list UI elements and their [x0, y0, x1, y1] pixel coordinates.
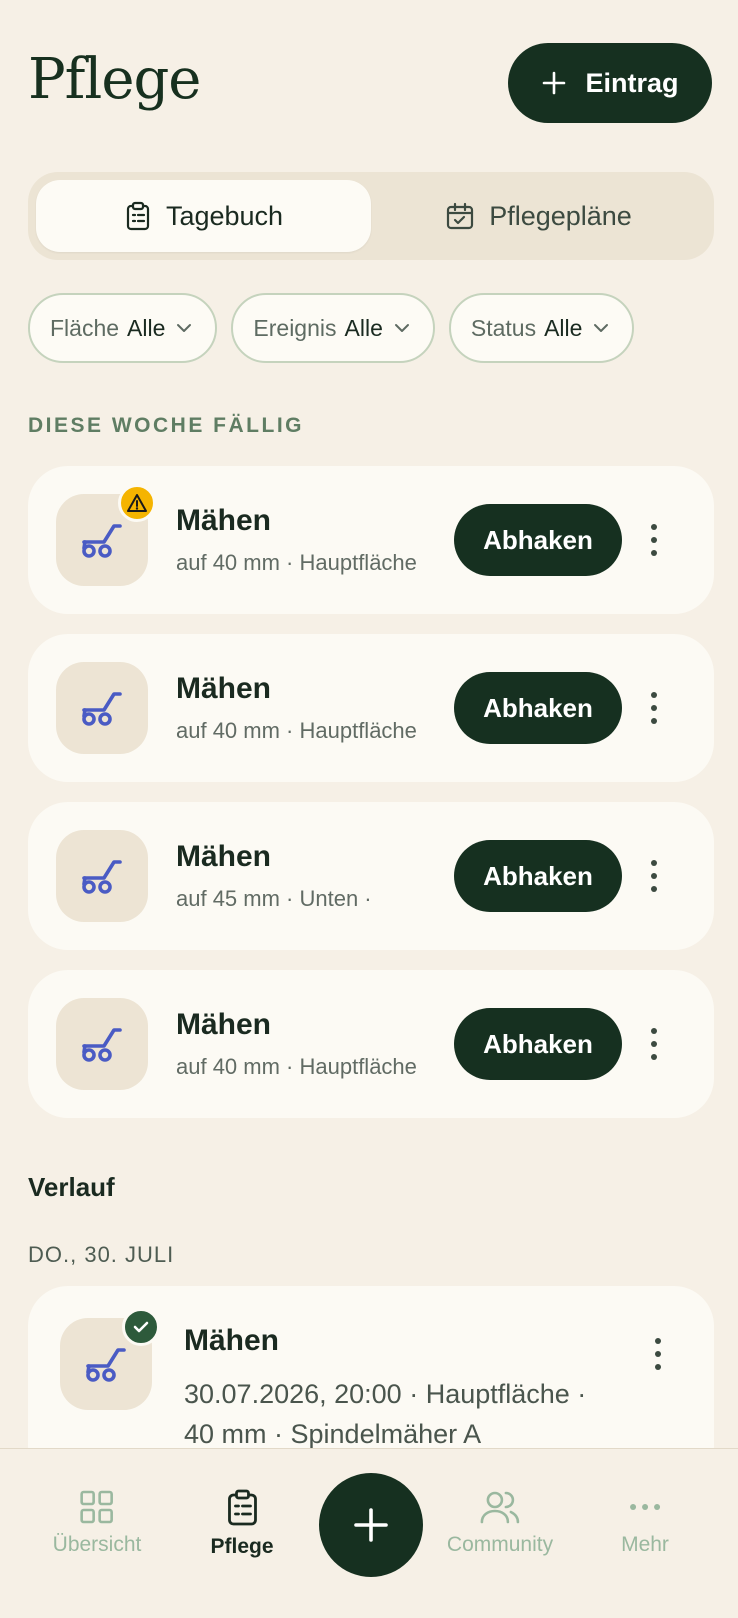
more-vertical-icon[interactable] [646, 1022, 662, 1066]
warning-icon [127, 494, 147, 512]
history-title: Verlauf [28, 1172, 115, 1202]
tab-pflegeplaene[interactable]: Pflegepläne [371, 180, 706, 252]
task-subtitle: auf 45 mm · Unten · [176, 886, 372, 911]
grid-icon [80, 1490, 114, 1524]
nav-item-mehr[interactable]: Mehr [621, 1489, 669, 1557]
lawn-mower-icon [82, 1028, 122, 1062]
nav-item-uebersicht[interactable]: Übersicht [52, 1489, 142, 1557]
filter-label: Fläche [50, 314, 120, 341]
task-subtitle: auf 40 mm · Hauptfläche [176, 550, 417, 575]
filter-ereignis[interactable]: Ereignis Alle [231, 293, 435, 363]
calendar-check-icon [447, 202, 474, 230]
chevron-down-icon [177, 324, 192, 332]
filter-bar: Fläche Alle Ereignis Alle Status Alle [28, 293, 635, 363]
bottom-nav: Übersicht Pflege Community Mehr [0, 1448, 738, 1618]
clipboard-icon [126, 201, 150, 231]
warning-badge [118, 484, 156, 522]
nav-label: Pflege [210, 1535, 274, 1558]
filter-value: Alle [127, 314, 166, 341]
filter-status[interactable]: Status Alle [448, 293, 635, 363]
check-off-button[interactable]: Abhaken [454, 672, 622, 744]
nav-label: Übersicht [52, 1533, 142, 1556]
clipboard-icon [227, 1489, 257, 1526]
filter-value: Alle [344, 314, 383, 341]
history-date-label: DO., 30. JULI [28, 1242, 175, 1267]
task-subtitle: auf 40 mm · Hauptfläche [176, 718, 417, 743]
task-icon-box [56, 998, 148, 1090]
tab-tagebuch[interactable]: Tagebuch [36, 180, 371, 252]
task-icon-box [56, 830, 148, 922]
task-card[interactable]: Mähen auf 40 mm · Hauptfläche Abhaken [28, 466, 714, 614]
more-vertical-icon[interactable] [646, 854, 662, 898]
check-off-button[interactable]: Abhaken [454, 840, 622, 912]
task-subtitle: auf 40 mm · Hauptfläche [176, 1054, 417, 1079]
task-title: Mähen [176, 1008, 272, 1041]
task-icon-box [56, 662, 148, 754]
tab-pflegeplaene-label: Pflegepläne [489, 200, 632, 231]
task-title: Mähen [176, 840, 272, 873]
add-entry-label: Eintrag [585, 67, 679, 98]
add-fab-button[interactable] [319, 1473, 423, 1577]
task-title: Mähen [176, 504, 272, 537]
task-card[interactable]: Mähen auf 40 mm · Hauptfläche Abhaken [28, 970, 714, 1118]
lawn-mower-icon [82, 524, 122, 558]
chevron-down-icon [394, 324, 409, 332]
plus-icon [354, 1508, 388, 1542]
task-title: Mähen [176, 672, 272, 705]
view-switcher: Tagebuch Pflegepläne [28, 172, 714, 260]
history-entry-title: Mähen [184, 1324, 280, 1357]
more-vertical-icon[interactable] [650, 1332, 666, 1376]
tab-tagebuch-label: Tagebuch [165, 200, 284, 231]
nav-item-community[interactable]: Community [447, 1489, 553, 1557]
history-entry-subtitle: 30.07.2026, 20:00 · Hauptfläche · 40 mm … [184, 1379, 587, 1449]
page-title: Pflege [28, 46, 201, 112]
lawn-mower-icon [86, 1348, 126, 1382]
filter-flaeche[interactable]: Fläche Alle [28, 293, 218, 363]
plus-icon [543, 71, 566, 95]
more-vertical-icon[interactable] [646, 686, 662, 730]
check-off-button[interactable]: Abhaken [454, 504, 622, 576]
nav-label: Community [446, 1533, 554, 1556]
filter-label: Status [470, 314, 537, 341]
nav-item-pflege[interactable]: Pflege [210, 1489, 274, 1559]
more-horizontal-icon [629, 1504, 660, 1510]
task-card[interactable]: Mähen auf 40 mm · Hauptfläche Abhaken [28, 634, 714, 782]
chevron-down-icon [594, 324, 609, 332]
filter-label: Ereignis [253, 314, 337, 341]
lawn-mower-icon [82, 692, 122, 726]
check-icon [133, 1321, 149, 1333]
users-icon [480, 1491, 520, 1524]
nav-label: Mehr [621, 1533, 669, 1556]
check-off-button[interactable]: Abhaken [454, 1008, 622, 1080]
add-entry-button[interactable]: Eintrag [508, 43, 712, 123]
section-label-due: DIESE WOCHE FÄLLIG [28, 414, 304, 437]
task-card[interactable]: Mähen auf 45 mm · Unten · Abhaken [28, 802, 714, 950]
lawn-mower-icon [82, 860, 122, 894]
more-vertical-icon[interactable] [646, 518, 662, 562]
done-badge [122, 1308, 160, 1346]
header: Pflege Eintrag [28, 42, 712, 124]
filter-value: Alle [544, 314, 583, 341]
